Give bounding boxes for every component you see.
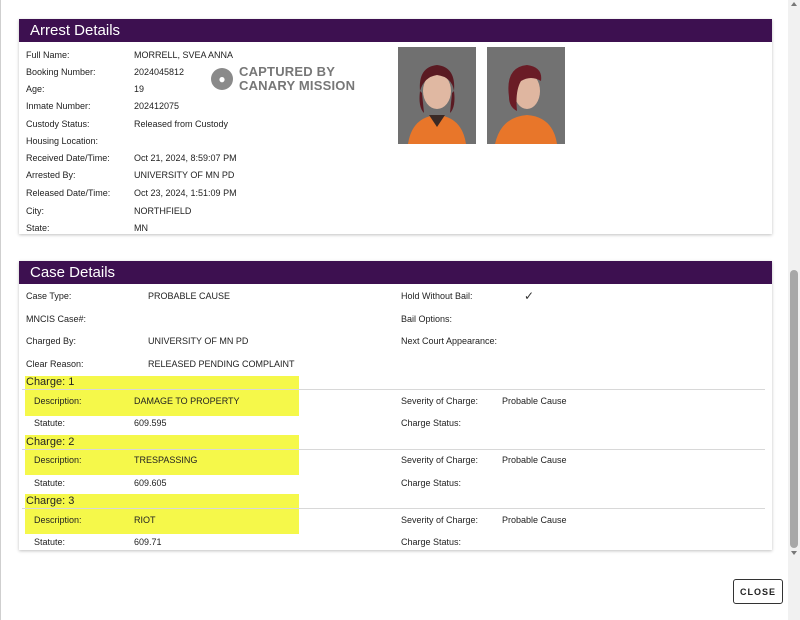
case-details-header: Case Details (19, 261, 772, 284)
charge-3-status-label: Charge Status: (401, 537, 462, 547)
charge-1-status-label: Charge Status: (401, 418, 462, 428)
charge-3-title: Charge: 3 (26, 495, 75, 507)
charge-2-title: Charge: 2 (26, 436, 75, 448)
charge-2-description-label: Description: (34, 455, 82, 465)
scroll-down-arrow-icon[interactable] (791, 551, 797, 555)
bird-logo-icon: ● (211, 68, 233, 90)
mncis-case-label: MNCIS Case#: (26, 314, 87, 324)
charge-3-severity-label: Severity of Charge: (401, 515, 479, 525)
charge-2-statute-label: Statute: (34, 478, 66, 488)
watermark-line1: CAPTURED BY (239, 64, 336, 79)
clear-reason-value: RELEASED PENDING COMPLAINT (148, 359, 295, 369)
released-datetime-label: Released Date/Time: (26, 188, 111, 198)
charge-3-statute-label: Statute: (34, 537, 66, 547)
watermark: ● CAPTURED BY CANARY MISSION (211, 65, 355, 93)
charge-1-divider (22, 389, 765, 390)
city-label: City: (26, 206, 44, 216)
received-datetime-value: Oct 21, 2024, 8:59:07 PM (134, 153, 237, 163)
age-label: Age: (26, 84, 45, 94)
inmate-number-value: 202412075 (134, 101, 180, 111)
charge-1-severity-value: Probable Cause (502, 396, 567, 406)
mugshot-profile (487, 47, 565, 144)
check-icon: ✓ (524, 289, 535, 303)
booking-number-value: 2024045812 (134, 67, 185, 77)
charge-3-severity-value: Probable Cause (502, 515, 567, 525)
charge-1-statute-value: 609.595 (134, 418, 167, 428)
scrollbar-thumb[interactable] (790, 270, 798, 548)
charge-1-severity-label: Severity of Charge: (401, 396, 479, 406)
vertical-scrollbar[interactable] (788, 0, 800, 620)
charge-2-severity-value: Probable Cause (502, 455, 567, 465)
charge-1-statute-label: Statute: (34, 418, 66, 428)
hold-without-bail-label: Hold Without Bail: (401, 291, 473, 301)
booking-number-label: Booking Number: (26, 67, 96, 77)
clear-reason-label: Clear Reason: (26, 359, 84, 369)
mugshot-front (398, 47, 476, 144)
custody-status-value: Released from Custody (134, 119, 229, 129)
charge-2-status-label: Charge Status: (401, 478, 462, 488)
case-type-label: Case Type: (26, 291, 72, 301)
charge-2-description-value: TRESPASSING (134, 455, 198, 465)
city-value: NORTHFIELD (134, 206, 192, 216)
state-label: State: (26, 223, 50, 233)
charge-2-severity-label: Severity of Charge: (401, 455, 479, 465)
arrest-details-header: Arrest Details (19, 19, 772, 42)
watermark-line2: CANARY MISSION (239, 78, 356, 93)
full-name-label: Full Name: (26, 50, 70, 60)
charge-2-divider (22, 449, 765, 450)
arrested-by-value: UNIVERSITY OF MN PD (134, 170, 235, 180)
released-datetime-value: Oct 23, 2024, 1:51:09 PM (134, 188, 237, 198)
arrested-by-label: Arrested By: (26, 170, 76, 180)
charge-2-statute-value: 609.605 (134, 478, 167, 488)
charge-1-description-value: DAMAGE TO PROPERTY (134, 396, 240, 406)
inmate-number-label: Inmate Number: (26, 101, 91, 111)
charge-1-description-label: Description: (34, 396, 82, 406)
case-type-value: PROBABLE CAUSE (148, 291, 231, 301)
age-value: 19 (134, 84, 145, 94)
scroll-up-arrow-icon[interactable] (791, 2, 797, 6)
arrest-details-panel: Arrest Details Full Name: MORRELL, SVEA … (19, 19, 772, 234)
charged-by-value: UNIVERSITY OF MN PD (148, 336, 249, 346)
next-court-appearance-label: Next Court Appearance: (401, 336, 498, 346)
arrest-record-modal: Arrest Details Full Name: MORRELL, SVEA … (0, 0, 788, 620)
charged-by-label: Charged By: (26, 336, 77, 346)
bail-options-label: Bail Options: (401, 314, 453, 324)
full-name-value: MORRELL, SVEA ANNA (134, 50, 234, 60)
charge-3-description-label: Description: (34, 515, 82, 525)
state-value: MN (134, 223, 148, 233)
housing-location-label: Housing Location: (26, 136, 99, 146)
received-datetime-label: Received Date/Time: (26, 153, 110, 163)
custody-status-label: Custody Status: (26, 119, 90, 129)
charge-3-divider (22, 508, 765, 509)
case-details-panel: Case Details Case Type: PROBABLE CAUSE M… (19, 261, 772, 550)
charge-1-title: Charge: 1 (26, 376, 75, 388)
close-button[interactable]: CLOSE (733, 579, 783, 604)
charge-3-description-value: RIOT (134, 515, 156, 525)
charge-3-statute-value: 609.71 (134, 537, 162, 547)
